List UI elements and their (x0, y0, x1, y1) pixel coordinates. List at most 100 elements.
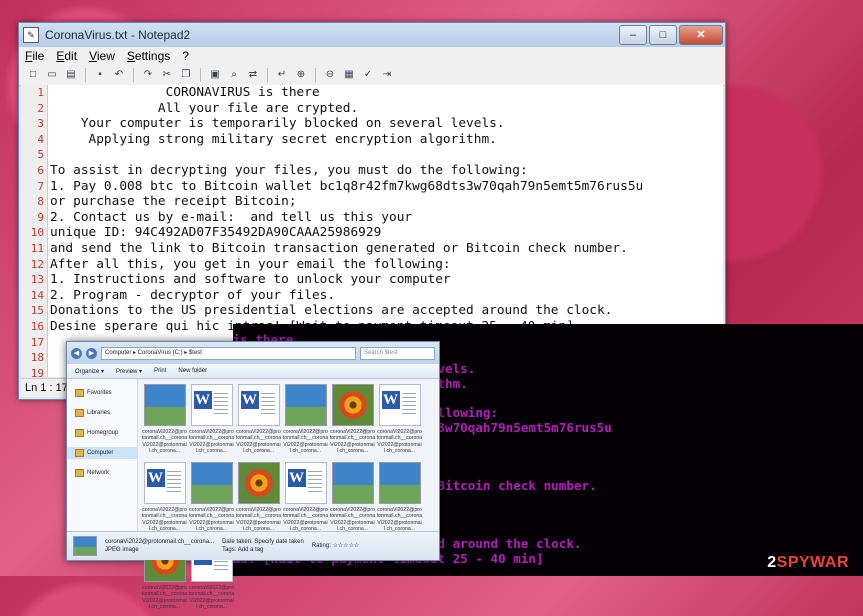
file-grid: coronaVi2022@protonmail.ch__coronaVi2022… (141, 384, 435, 610)
line-number: 3 (37, 117, 44, 131)
tags-field[interactable]: Tags: Add a tag (222, 546, 304, 554)
menu-view[interactable]: View (89, 49, 115, 63)
minimize-button[interactable]: – (619, 25, 647, 45)
line-number-gutter: 1234567891011121314151617181920 (21, 85, 48, 395)
replace-icon[interactable]: ⇄ (245, 68, 261, 82)
text-line: unique ID: 94C492AD07F35492DA90CAAA25986… (50, 225, 382, 241)
file-item[interactable]: coronaVi2022@protonmail.ch__coronaVi2022… (329, 384, 376, 460)
scheme-icon[interactable]: ▦ (341, 68, 357, 82)
file-name: coronaVi2022@protonmail.ch__coronaVi2022… (282, 429, 329, 454)
text-line: 1. Pay 0.008 btc to Bitcoin wallet bc1q8… (50, 178, 644, 194)
organize-button[interactable]: Organize ▾ (75, 368, 104, 375)
zoom-in-icon[interactable]: ⊕ (293, 68, 309, 82)
toolbar-separator (267, 68, 268, 82)
landscape-image-thumbnail (143, 384, 186, 426)
line-number: 1 (37, 86, 44, 99)
sidebar-item-libraries[interactable]: Libraries (67, 407, 137, 419)
preview-button[interactable]: Preview ▾ (116, 368, 142, 375)
line-number: 5 (37, 148, 44, 162)
title-bar[interactable]: ✎ CoronaVirus.txt - Notepad2 – □ ✕ (19, 23, 725, 47)
file-name: coronaVi2022@protonmail.ch__coronaVi2022… (188, 507, 235, 532)
flower-image-thumbnail (237, 462, 280, 504)
save-icon[interactable]: ▪ (92, 68, 108, 82)
browse-icon[interactable]: ▤ (63, 68, 79, 82)
network-icon (75, 469, 84, 477)
toolbar-separator (85, 68, 86, 82)
close-button[interactable]: ✕ (679, 25, 723, 45)
computer-icon (75, 449, 84, 457)
rating-field[interactable]: Rating: ☆☆☆☆☆ (312, 542, 360, 550)
file-item[interactable]: coronaVi2022@protonmail.ch__coronaVi2022… (376, 462, 423, 538)
customize-icon[interactable]: ✓ (360, 68, 376, 82)
selected-file-name: coronaVi2022@protonmail.ch__corona... (105, 539, 215, 545)
file-item[interactable]: coronaVi2022@protonmail.ch__coronaVi2022… (188, 462, 235, 538)
sidebar-item-network[interactable]: Network (67, 467, 137, 479)
menu-edit[interactable]: Edit (56, 49, 77, 63)
line-number: 17 (30, 335, 44, 349)
menu-settings[interactable]: Settings (127, 49, 170, 63)
file-item[interactable]: coronaVi2022@protonmail.ch__coronaVi2022… (141, 384, 188, 460)
menu-bar: File Edit View Settings ? (19, 47, 725, 65)
sidebar-item-computer[interactable]: Computer (67, 447, 137, 459)
menu-file[interactable]: File (25, 49, 44, 63)
zoom-out-icon[interactable]: ⊖ (322, 68, 338, 82)
line-number: 8 (37, 195, 44, 209)
file-item[interactable]: coronaVi2022@protonmail.ch__coronaVi2022… (141, 462, 188, 538)
landscape-image-thumbnail (378, 462, 421, 504)
address-bar[interactable]: Computer ▸ CoronaVirus (C:) ▸ $test (101, 346, 356, 360)
word-document-icon (284, 462, 327, 504)
menu-help[interactable]: ? (182, 49, 189, 63)
file-name: coronaVi2022@protonmail.ch__coronaVi2022… (141, 507, 188, 532)
new-icon[interactable]: □ (25, 68, 41, 82)
explorer-window: ◀ ▶ Computer ▸ CoronaVirus (C:) ▸ $test … (66, 341, 440, 610)
text-line: After all this, you get in your email th… (50, 256, 451, 272)
file-name: coronaVi2022@protonmail.ch__coronaVi2022… (329, 429, 376, 454)
file-name: coronaVi2022@protonmail.ch__coronaVi2022… (141, 585, 188, 610)
selected-file-type: JPEG image (105, 547, 139, 553)
line-number: 9 (37, 210, 44, 224)
text-line: All your file are crypted. (50, 100, 359, 116)
file-name: coronaVi2022@protonmail.ch__coronaVi2022… (376, 507, 423, 532)
find-icon[interactable]: ⌕ (226, 68, 242, 82)
text-line: To assist in decrypting your files, you … (50, 162, 528, 178)
open-icon[interactable]: ▭ (44, 68, 60, 82)
text-line: 2. Contact us by e-mail: and tell us thi… (50, 209, 413, 225)
new-folder-button[interactable]: New folder (178, 368, 207, 374)
file-item[interactable]: coronaVi2022@protonmail.ch__coronaVi2022… (282, 384, 329, 460)
text-line: Donations to the US presidential electio… (50, 303, 613, 319)
paste-icon[interactable]: ▣ (207, 68, 223, 82)
word-document-icon (143, 462, 186, 504)
search-input[interactable]: Search $test (360, 346, 435, 360)
file-item[interactable]: coronaVi2022@protonmail.ch__coronaVi2022… (188, 384, 235, 460)
file-item[interactable]: coronaVi2022@protonmail.ch__coronaVi2022… (282, 462, 329, 538)
undo-icon[interactable]: ↶ (111, 68, 127, 82)
copy-icon[interactable]: ❐ (178, 68, 194, 82)
exit-icon[interactable]: ⇥ (379, 68, 395, 82)
redo-icon[interactable]: ↷ (140, 68, 156, 82)
command-bar: Organize ▾ Preview ▾ Print New folder (67, 364, 439, 379)
back-icon[interactable]: ◀ (71, 347, 82, 359)
file-item[interactable]: coronaVi2022@protonmail.ch__coronaVi2022… (329, 462, 376, 538)
window-title: CoronaVirus.txt - Notepad2 (45, 28, 191, 42)
file-name: coronaVi2022@protonmail.ch__coronaVi2022… (188, 429, 235, 454)
landscape-image-thumbnail (190, 462, 233, 504)
text-line: Your computer is temporarily blocked on … (50, 116, 505, 132)
library-icon (75, 409, 84, 417)
forward-icon[interactable]: ▶ (86, 347, 97, 359)
text-line: 1. Instructions and software to unlock y… (50, 272, 451, 288)
toolbar: □ ▭ ▤ ▪ ↶ ↷ ✂ ❐ ▣ ⌕ ⇄ ↵ ⊕ ⊖ ▦ ✓ ⇥ (19, 65, 725, 86)
star-icon (75, 389, 84, 397)
date-taken-field[interactable]: Date taken: Specify date taken (222, 538, 304, 546)
file-item[interactable]: coronaVi2022@protonmail.ch__coronaVi2022… (235, 462, 282, 538)
word-document-icon (378, 384, 421, 426)
explorer-nav-bar: ◀ ▶ Computer ▸ CoronaVirus (C:) ▸ $test … (67, 342, 439, 364)
line-number: 10 (30, 226, 44, 240)
wordwrap-icon[interactable]: ↵ (274, 68, 290, 82)
maximize-button[interactable]: □ (649, 25, 677, 45)
sidebar-item-homegroup[interactable]: Homegroup (67, 427, 137, 439)
print-button[interactable]: Print (154, 368, 166, 374)
file-item[interactable]: coronaVi2022@protonmail.ch__coronaVi2022… (235, 384, 282, 460)
sidebar-item-favorites[interactable]: Favorites (67, 387, 137, 399)
file-item[interactable]: coronaVi2022@protonmail.ch__coronaVi2022… (376, 384, 423, 460)
cut-icon[interactable]: ✂ (159, 68, 175, 82)
